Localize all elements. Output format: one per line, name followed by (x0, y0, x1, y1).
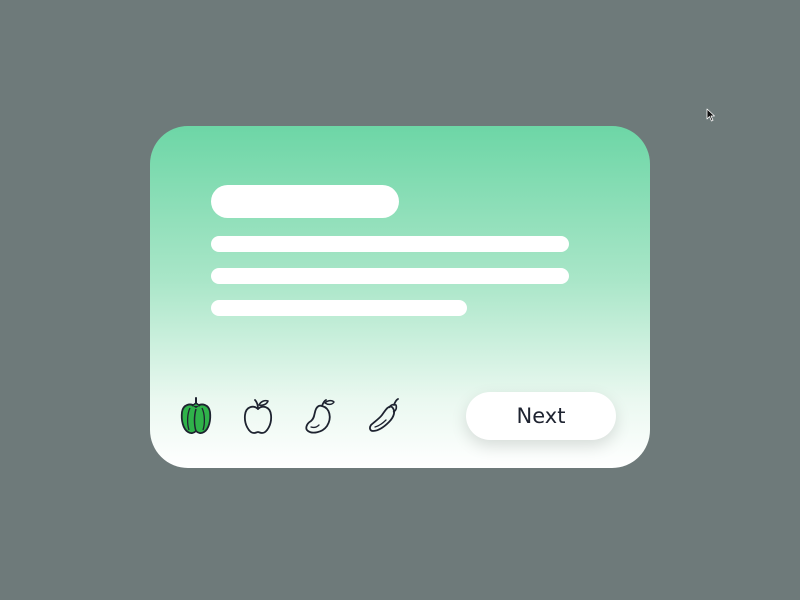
onboarding-card: Next (150, 126, 650, 468)
title-placeholder (211, 185, 399, 218)
bell-pepper-icon[interactable] (178, 396, 214, 436)
mango-icon[interactable] (302, 396, 338, 436)
next-button[interactable]: Next (466, 392, 616, 440)
apple-icon[interactable] (240, 396, 276, 436)
text-line-placeholder (211, 300, 467, 316)
eggplant-icon[interactable] (366, 396, 402, 436)
text-line-placeholder (211, 268, 569, 284)
mouse-cursor-icon (706, 107, 716, 122)
text-line-placeholder (211, 236, 569, 252)
